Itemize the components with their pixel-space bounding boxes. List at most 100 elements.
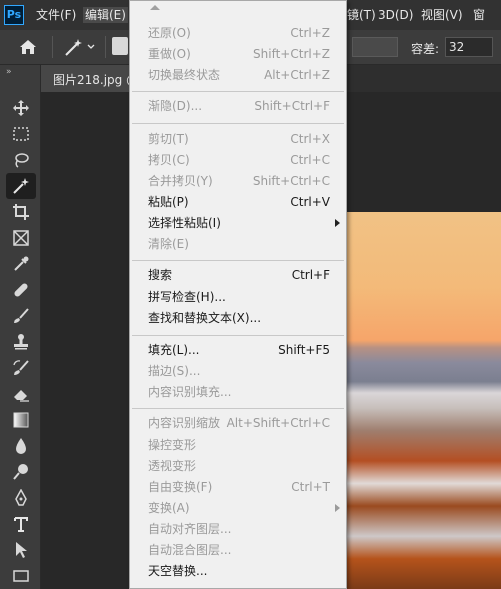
- new-selection-button[interactable]: [112, 37, 128, 55]
- menu-item-label: 自动对齐图层...: [148, 522, 232, 536]
- edit-menu-dropdown: 还原(O) Ctrl+Z 重做(O) Shift+Ctrl+Z 切换最终状态 Alt+Ct…: [129, 0, 347, 589]
- menu-item[interactable]: 选择性粘贴(I): [130, 213, 346, 234]
- menu-item-shortcut: Ctrl+X: [290, 132, 330, 146]
- menu-item[interactable]: 填充(L)... Shift+F5: [130, 340, 346, 361]
- menu-item[interactable]: 拼写检查(H)...: [130, 287, 346, 308]
- menu-item[interactable]: 粘贴(P) Ctrl+V: [130, 192, 346, 213]
- droplet-icon: [16, 438, 26, 454]
- canvas-photo[interactable]: [347, 212, 501, 589]
- tolerance-input[interactable]: 32: [445, 37, 493, 57]
- pen-icon: [15, 489, 27, 506]
- menu-item-label: 还原(O): [148, 26, 191, 40]
- menu-item-label: 天空替换...: [148, 564, 208, 578]
- menu-item-shortcut: Ctrl+F: [291, 268, 330, 282]
- clone-stamp-tool[interactable]: [6, 329, 36, 355]
- options-separator: [105, 36, 106, 58]
- menu-item: 自动对齐图层...: [130, 519, 346, 540]
- eyedropper-tool[interactable]: [6, 251, 36, 277]
- menu-item-label: 选择性粘贴(I): [148, 216, 221, 230]
- menu-item: 还原(O) Ctrl+Z: [130, 23, 346, 44]
- menu-item: 操控变形: [130, 435, 346, 456]
- history-brush-tool[interactable]: [6, 355, 36, 381]
- magic-wand-icon: [65, 39, 95, 56]
- marquee-icon: [13, 127, 29, 141]
- lasso-tool[interactable]: [6, 147, 36, 173]
- menu-item-label: 填充(L)...: [148, 343, 200, 357]
- lasso-icon: [15, 153, 29, 168]
- scroll-up-arrow-icon[interactable]: [150, 5, 160, 10]
- menu-item: 清除(E): [130, 234, 346, 255]
- menu-item-label: 搜索: [148, 268, 173, 282]
- healing-brush-tool[interactable]: [6, 277, 36, 303]
- menu-edit[interactable]: 编辑(E): [83, 7, 128, 23]
- menu-filter[interactable]: 镜(T): [347, 7, 376, 23]
- menu-item: 变换(A): [130, 498, 346, 519]
- menu-3d[interactable]: 3D(D): [378, 7, 413, 23]
- brush-tool[interactable]: [6, 303, 36, 329]
- menu-window[interactable]: 窗: [473, 7, 485, 23]
- menu-item-label: 切换最终状态: [148, 68, 221, 82]
- document-tab[interactable]: 图片218.jpg @: [41, 65, 141, 92]
- move-icon: [13, 100, 29, 116]
- options-separator: [52, 36, 53, 58]
- submenu-arrow-icon: [335, 219, 340, 227]
- magic-wand-icon: [13, 178, 29, 194]
- menu-item: 自动混合图层...: [130, 540, 346, 561]
- dodge-tool[interactable]: [6, 459, 36, 485]
- menu-item: 重做(O) Shift+Ctrl+Z: [130, 44, 346, 65]
- arrow-icon: [16, 542, 27, 558]
- frame-tool[interactable]: [6, 225, 36, 251]
- menu-item-label: 重做(O): [148, 47, 191, 61]
- menu-item: 内容识别缩放 Alt+Shift+Ctrl+C: [130, 413, 346, 434]
- menu-file[interactable]: 文件(F): [36, 7, 76, 23]
- tools-panel: »: [0, 65, 41, 589]
- menu-item-label: 变换(A): [148, 501, 190, 515]
- dodge-icon: [13, 464, 28, 480]
- collapse-icon[interactable]: »: [6, 67, 12, 77]
- type-tool[interactable]: [6, 511, 36, 537]
- menu-view[interactable]: 视图(V): [421, 7, 463, 23]
- home-button[interactable]: [10, 36, 46, 58]
- rectangle-tool[interactable]: [6, 563, 36, 589]
- menu-divider: [132, 335, 344, 336]
- eyedropper-icon: [14, 256, 29, 271]
- frame-icon: [13, 230, 29, 246]
- magic-wand-tool[interactable]: [6, 173, 36, 199]
- gradient-icon: [13, 412, 29, 428]
- document-tab-title: 图片218.jpg @: [53, 73, 139, 87]
- gradient-tool[interactable]: [6, 407, 36, 433]
- menu-item-label: 拼写检查(H)...: [148, 290, 226, 304]
- marquee-tool[interactable]: [6, 121, 36, 147]
- tool-preset-picker[interactable]: [62, 36, 102, 58]
- sample-size-select[interactable]: [352, 37, 398, 57]
- menu-item[interactable]: 天空替换...: [130, 561, 346, 582]
- home-icon: [20, 40, 36, 54]
- menu-item-label: 内容识别填充...: [148, 385, 232, 399]
- path-selection-tool[interactable]: [6, 537, 36, 563]
- menu-item[interactable]: 查找和替换文本(X)...: [130, 308, 346, 329]
- menu-item: 内容识别填充...: [130, 382, 346, 403]
- move-tool[interactable]: [6, 95, 36, 121]
- crop-tool[interactable]: [6, 199, 36, 225]
- menu-item-shortcut: Shift+Ctrl+F: [254, 99, 330, 113]
- menu-item: 切换最终状态 Alt+Ctrl+Z: [130, 65, 346, 86]
- eraser-icon: [14, 390, 29, 402]
- menu-item-label: 描边(S)...: [148, 364, 201, 378]
- menu-item-label: 内容识别缩放: [148, 416, 221, 430]
- menu-item-label: 操控变形: [148, 438, 197, 452]
- crop-icon: [13, 204, 29, 220]
- menu-item: 剪切(T) Ctrl+X: [130, 129, 346, 150]
- menu-item: 透视变形: [130, 456, 346, 477]
- menu-item: 合并拷贝(Y) Shift+Ctrl+C: [130, 171, 346, 192]
- eraser-tool[interactable]: [6, 381, 36, 407]
- menu-item-label: 查找和替换文本(X)...: [148, 311, 262, 325]
- menu-item: 拷贝(C) Ctrl+C: [130, 150, 346, 171]
- menu-item[interactable]: 搜索 Ctrl+F: [130, 265, 346, 286]
- menu-item-shortcut: Shift+Ctrl+Z: [253, 47, 330, 61]
- bandage-icon: [14, 283, 28, 297]
- menu-item-shortcut: Ctrl+Z: [290, 26, 330, 40]
- menu-item-shortcut: Ctrl+C: [290, 153, 330, 167]
- pen-tool[interactable]: [6, 485, 36, 511]
- menu-item-shortcut: Shift+Ctrl+C: [252, 174, 330, 188]
- blur-tool[interactable]: [6, 433, 36, 459]
